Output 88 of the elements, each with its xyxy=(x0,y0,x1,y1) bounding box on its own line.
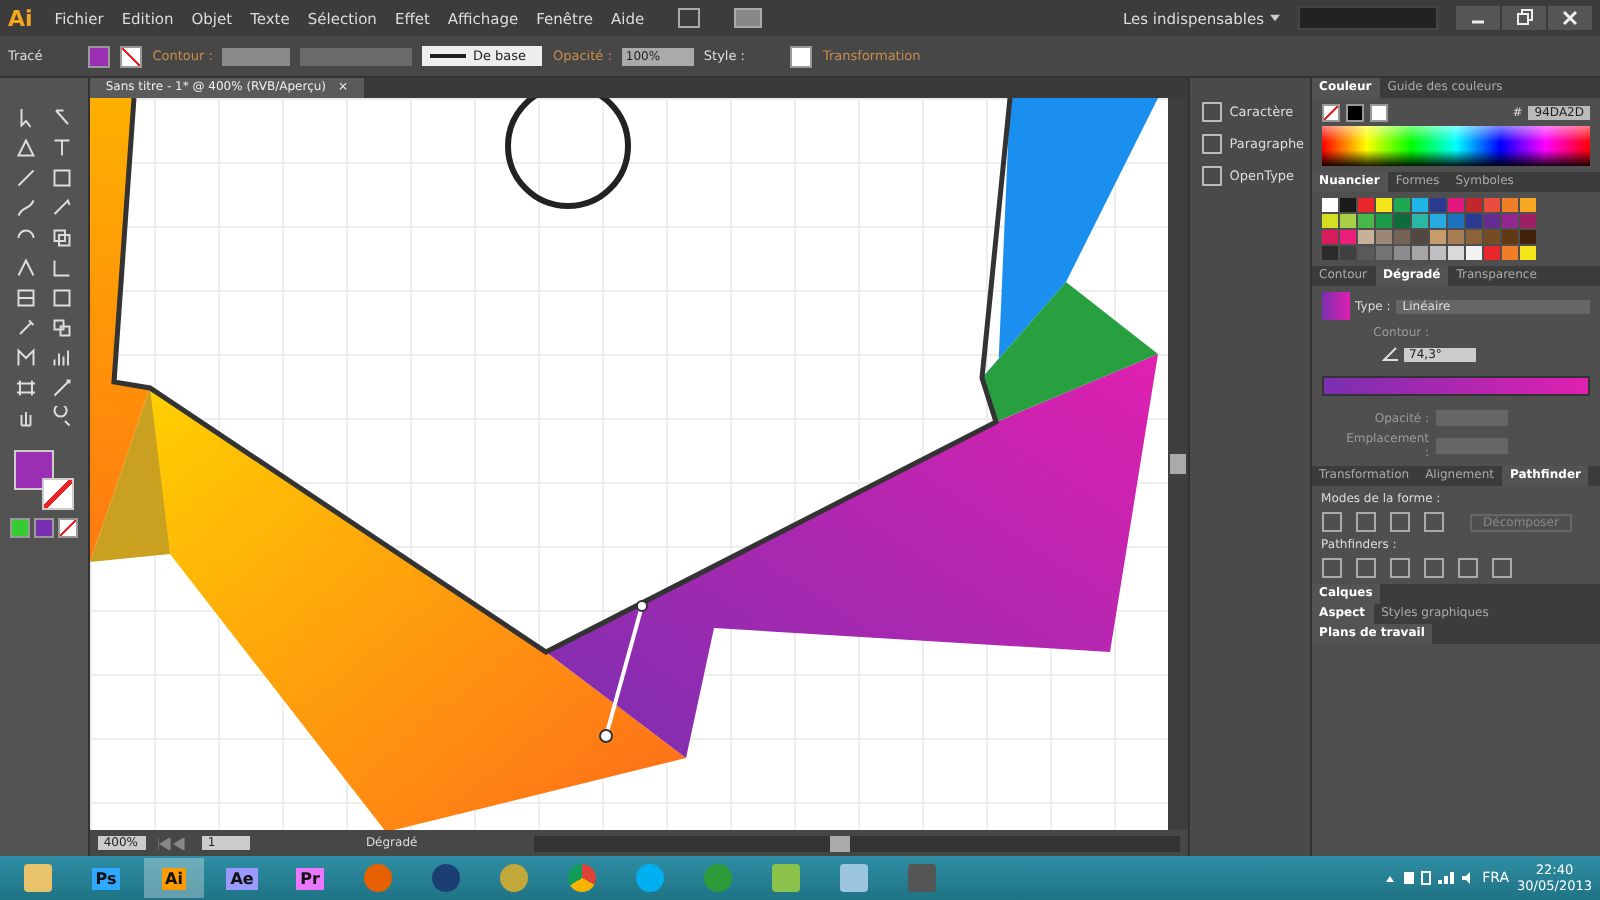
minimize-button[interactable] xyxy=(1456,6,1500,30)
color-swatch[interactable] xyxy=(1375,214,1392,228)
shape-mode-icon[interactable] xyxy=(1389,512,1410,532)
horizontal-scrollbar[interactable] xyxy=(533,835,1180,851)
color-swatch[interactable] xyxy=(1357,214,1374,228)
color-swatch[interactable] xyxy=(1501,214,1518,228)
color-swatch[interactable] xyxy=(1321,230,1338,244)
taskbar-app[interactable]: Ae xyxy=(212,858,272,898)
stroke-weight-field[interactable] xyxy=(222,47,291,65)
color-swatch[interactable] xyxy=(1393,230,1410,244)
stroke-swatch[interactable] xyxy=(120,45,143,67)
color-swatch[interactable] xyxy=(1483,214,1500,228)
color-swatch[interactable] xyxy=(1357,246,1374,260)
restore-button[interactable] xyxy=(1502,6,1546,30)
color-swatch[interactable] xyxy=(1519,230,1536,244)
color-swatch[interactable] xyxy=(1357,230,1374,244)
color-swatch[interactable] xyxy=(1411,246,1428,260)
color-swatch[interactable] xyxy=(1519,246,1536,260)
shape-mode-icon[interactable] xyxy=(1321,512,1342,532)
color-swatch[interactable] xyxy=(1465,246,1482,260)
pathfinder-icon[interactable] xyxy=(1389,558,1410,578)
color-swatch[interactable] xyxy=(1447,230,1464,244)
none-mode-icon[interactable] xyxy=(57,518,78,538)
gradient-preview[interactable] xyxy=(1321,292,1350,320)
close-button[interactable] xyxy=(1548,6,1592,30)
angle-icon xyxy=(1381,346,1398,362)
color-swatch[interactable] xyxy=(1339,198,1356,212)
shape-mode-icon[interactable] xyxy=(1355,512,1376,532)
color-swatch[interactable] xyxy=(1465,230,1482,244)
color-swatch[interactable] xyxy=(1411,214,1428,228)
color-swatch[interactable] xyxy=(1411,230,1428,244)
default-stroke-swatch[interactable] xyxy=(1369,104,1388,122)
color-swatch[interactable] xyxy=(1357,198,1374,212)
color-swatch[interactable] xyxy=(1375,198,1392,212)
gradient-annotator[interactable] xyxy=(598,600,648,743)
taskbar-app[interactable]: Pr xyxy=(280,858,340,898)
none-swatch[interactable] xyxy=(1321,104,1340,122)
color-swatch[interactable] xyxy=(1483,246,1500,260)
artboard-nav-icon[interactable] xyxy=(157,837,190,849)
color-swatch[interactable] xyxy=(1429,198,1446,212)
vertical-scrollbar[interactable] xyxy=(1167,98,1188,830)
color-swatch[interactable] xyxy=(1375,230,1392,244)
color-swatch[interactable] xyxy=(1393,198,1410,212)
shape-mode-icon[interactable] xyxy=(1423,512,1444,532)
color-swatch[interactable] xyxy=(1321,246,1338,260)
color-swatch[interactable] xyxy=(1501,246,1518,260)
search-field[interactable] xyxy=(1298,6,1438,30)
color-swatch[interactable] xyxy=(1483,198,1500,212)
color-mode-icon[interactable] xyxy=(9,518,30,538)
app-logo: Ai xyxy=(8,5,33,31)
taskbar-app[interactable]: Ps xyxy=(76,858,136,898)
color-swatch[interactable] xyxy=(1321,214,1338,228)
pathfinder-icon[interactable] xyxy=(1355,558,1376,578)
fill-swatch[interactable] xyxy=(88,45,111,67)
color-swatch[interactable] xyxy=(1411,198,1428,212)
color-swatch[interactable] xyxy=(1501,230,1518,244)
color-swatch[interactable] xyxy=(1429,246,1446,260)
color-swatch[interactable] xyxy=(1519,198,1536,212)
style-swatch[interactable] xyxy=(790,45,813,67)
color-swatch[interactable] xyxy=(1501,198,1518,212)
tray-icons[interactable] xyxy=(1386,870,1475,886)
color-swatch[interactable] xyxy=(1465,198,1482,212)
color-swatch[interactable] xyxy=(1447,214,1464,228)
fill-stroke-drawing[interactable] xyxy=(13,450,74,510)
selected-path-outline[interactable] xyxy=(111,98,1013,655)
pathfinder-icon[interactable] xyxy=(1491,558,1512,578)
variable-width-field[interactable] xyxy=(300,47,413,65)
color-swatch[interactable] xyxy=(1429,214,1446,228)
color-swatch[interactable] xyxy=(1519,214,1536,228)
color-swatch[interactable] xyxy=(1429,230,1446,244)
color-spectrum[interactable] xyxy=(1321,126,1590,166)
default-fill-swatch[interactable] xyxy=(1345,104,1364,122)
caret-icon[interactable] xyxy=(1270,14,1280,22)
pathfinder-icon[interactable] xyxy=(1423,558,1444,578)
color-swatch[interactable] xyxy=(1447,198,1464,212)
color-swatch[interactable] xyxy=(1393,246,1410,260)
color-swatch[interactable] xyxy=(1375,246,1392,260)
color-swatch[interactable] xyxy=(1321,198,1338,212)
color-swatch[interactable] xyxy=(1447,246,1464,260)
pathfinder-icon[interactable] xyxy=(1321,558,1342,578)
color-swatch[interactable] xyxy=(1339,214,1356,228)
color-swatch[interactable] xyxy=(1483,230,1500,244)
color-swatch[interactable] xyxy=(1339,246,1356,260)
pathfinder-icon[interactable] xyxy=(1457,558,1478,578)
color-swatch[interactable] xyxy=(1339,230,1356,244)
color-swatch[interactable] xyxy=(1393,214,1410,228)
taskbar-app[interactable]: Ai xyxy=(144,858,204,898)
color-swatch[interactable] xyxy=(1465,214,1482,228)
